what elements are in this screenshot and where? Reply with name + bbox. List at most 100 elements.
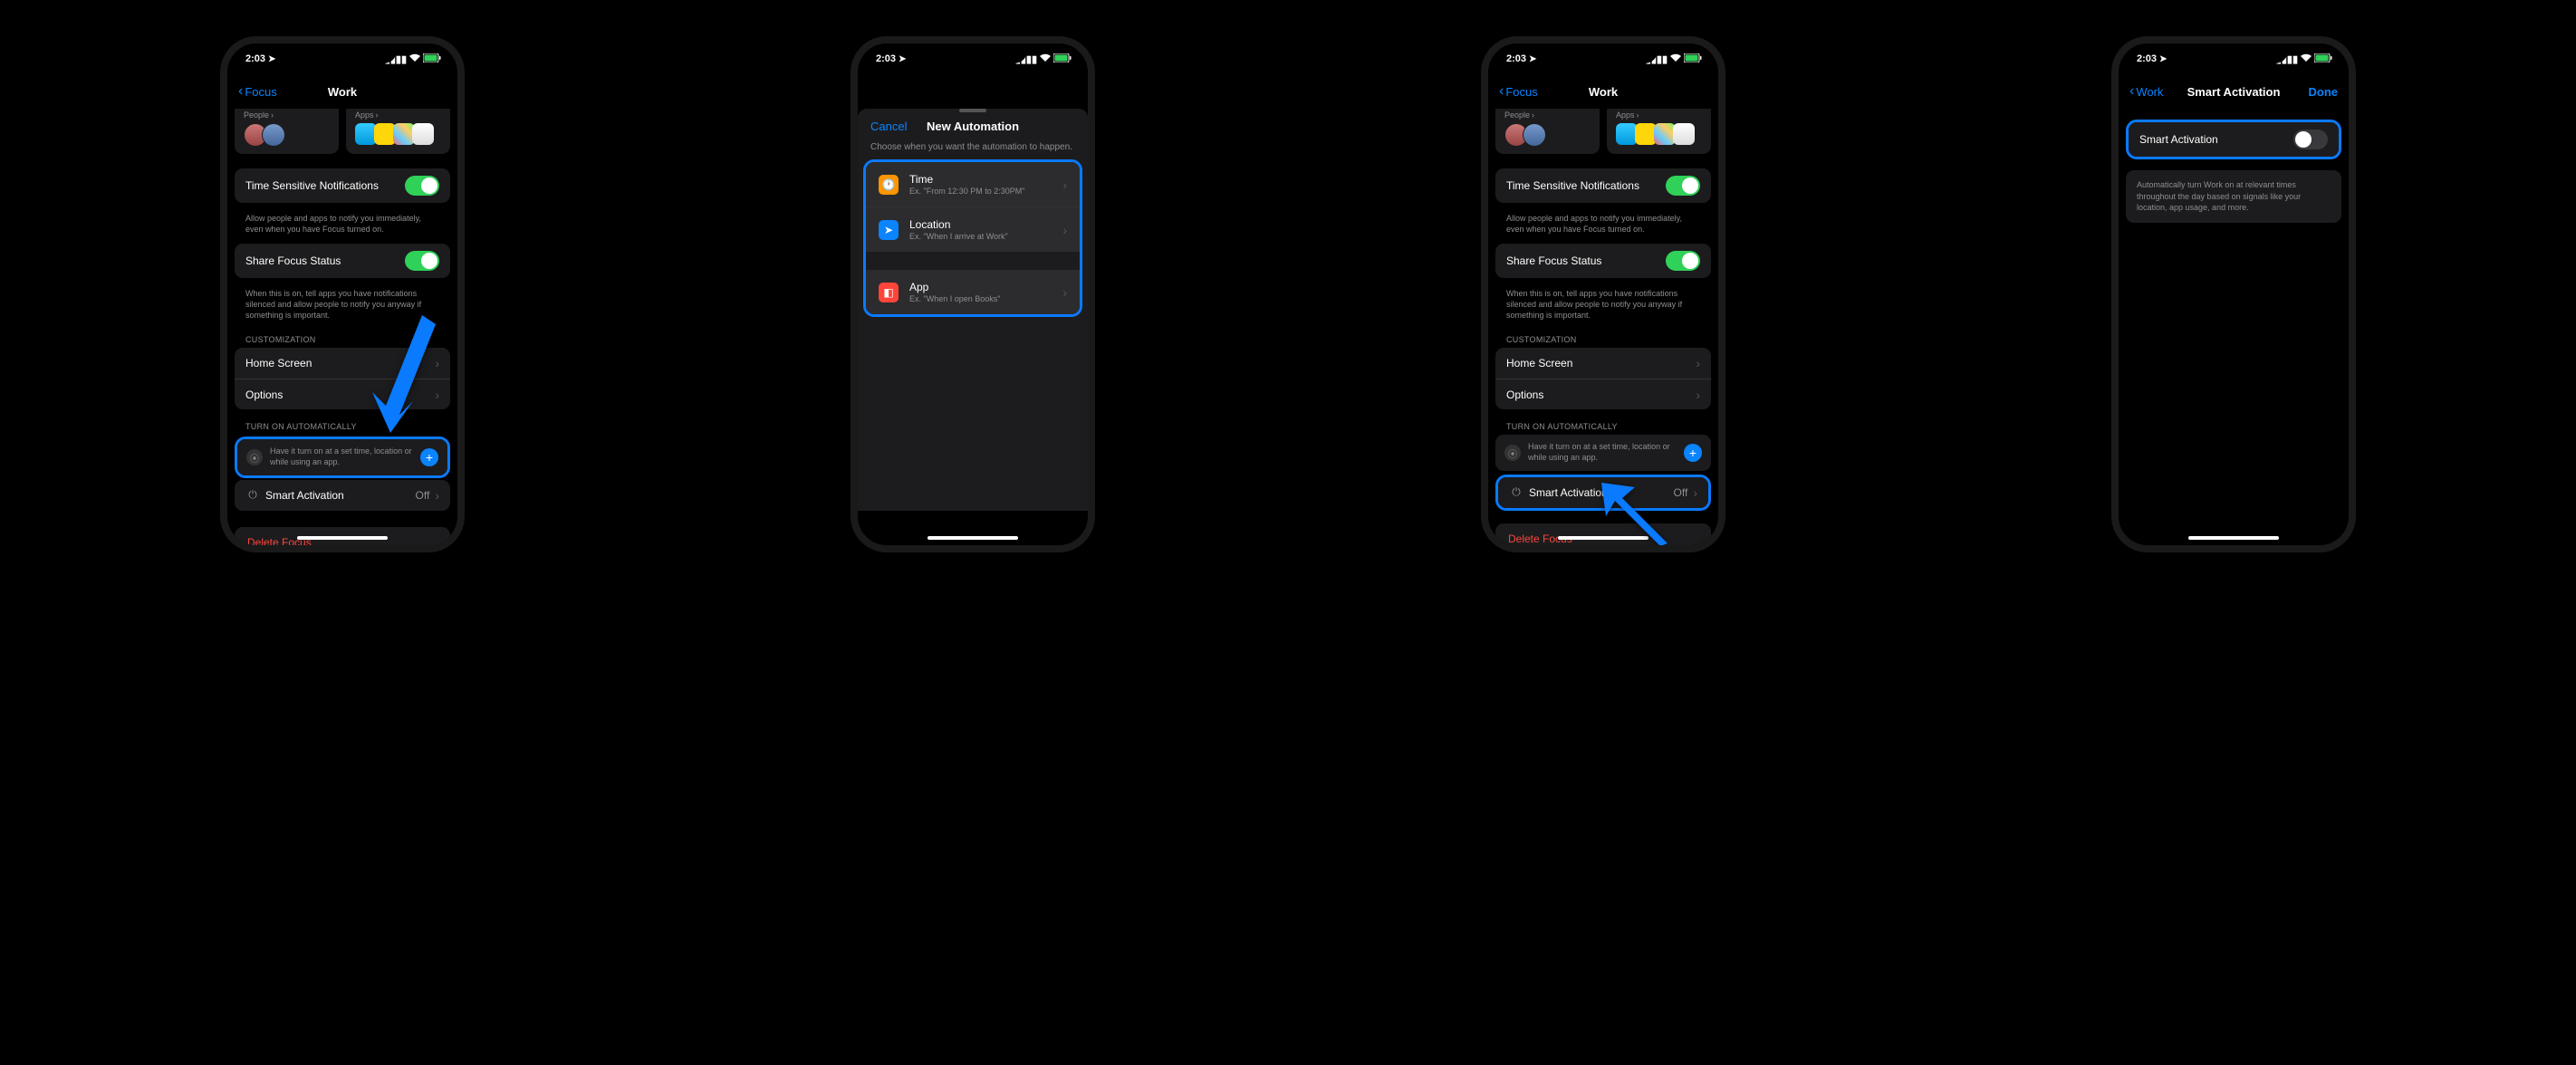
time-sensitive-cell[interactable]: Time Sensitive Notifications [1495,168,1711,203]
section-footer: Allow people and apps to notify you imme… [1495,210,1711,244]
people-card[interactable]: People › [1495,109,1600,154]
section-footer: When this is on, tell apps you have noti… [1495,285,1711,330]
notch [1549,43,1658,63]
wifi-icon [1670,53,1681,64]
chevron-right-icon: › [1637,110,1639,120]
cell-label: Smart Activation [265,489,416,502]
toggle-on[interactable] [1666,251,1700,271]
cell-label: Time Sensitive Notifications [1506,179,1666,192]
trigger-location[interactable]: ➤ Location Ex. "When I arrive at Work" › [866,206,1080,252]
location-icon: ➤ [879,220,899,240]
power-icon: ⏻ [245,488,260,503]
share-focus-cell[interactable]: Share Focus Status [1495,244,1711,278]
tutorial-arrow [1597,478,1678,552]
chevron-right-icon: › [1696,388,1700,402]
status-time: 2:03 [245,53,265,64]
cell-label: Share Focus Status [1506,254,1666,267]
apps-label: Apps [1616,110,1635,120]
done-button[interactable]: Done [2309,85,2339,99]
auto-text: Have it turn on at a set time, location … [270,446,413,467]
share-focus-cell[interactable]: Share Focus Status [235,244,450,278]
trigger-title: App [909,281,1052,293]
toggle-on[interactable] [1666,176,1700,196]
people-card[interactable]: People › [235,109,339,154]
add-automation-cell[interactable]: ⦿ Have it turn on at a set time, locatio… [237,439,447,475]
home-screen-cell[interactable]: Home Screen › [1495,348,1711,379]
cancel-button[interactable]: Cancel [870,120,907,133]
tutorial-arrow [368,306,440,437]
chevron-right-icon: › [271,110,274,120]
home-indicator[interactable] [928,536,1018,540]
toggle-on[interactable] [405,251,439,271]
status-time: 2:03 [876,53,896,64]
plus-button[interactable]: + [420,448,438,466]
notch [288,43,397,63]
wifi-icon [2301,53,2312,64]
chevron-right-icon: › [1693,485,1697,500]
chevron-right-icon: › [1696,356,1700,370]
battery-icon [423,53,441,65]
notch [2179,43,2288,63]
trigger-sub: Ex. "From 12:30 PM to 2:30PM" [909,187,1052,196]
trigger-sub: Ex. "When I open Books" [909,294,1052,303]
time-sensitive-cell[interactable]: Time Sensitive Notifications [235,168,450,203]
back-label: Focus [1505,85,1537,99]
cell-label: Time Sensitive Notifications [245,179,405,192]
section-footer: Allow people and apps to notify you imme… [235,210,450,244]
location-arrow-icon: ➤ [1529,54,1536,64]
people-label: People [1504,110,1530,120]
chevron-right-icon: › [1532,110,1534,120]
back-label: Focus [245,85,276,99]
home-indicator[interactable] [297,536,388,540]
nav-bar: ‹ Focus Work [227,74,457,109]
sheet-handle[interactable] [959,109,986,112]
trigger-app[interactable]: ◧ App Ex. "When I open Books" › [866,270,1080,314]
status-time: 2:03 [2137,53,2157,64]
sheet-subtitle: Choose when you want the automation to h… [858,142,1088,159]
people-label: People [244,110,269,120]
app-icon: ◧ [879,283,899,302]
wifi-icon [409,53,420,64]
battery-icon [1053,53,1072,65]
app-icon [412,123,434,145]
smart-activation-cell[interactable]: ⏻ Smart Activation Off › [235,480,450,511]
cell-value: Off [416,489,430,502]
battery-icon [2314,53,2332,65]
clock-icon: ⦿ [246,449,263,465]
app-icon [1673,123,1695,145]
status-time: 2:03 [1506,53,1526,64]
back-button[interactable]: ‹ Work [2129,83,2163,100]
wifi-icon [1040,53,1051,64]
clock-icon: 🕐 [879,175,899,195]
smart-activation-description: Automatically turn Work on at relevant t… [2126,170,2341,223]
cell-label: Smart Activation [2139,133,2293,146]
options-cell[interactable]: Options › [1495,379,1711,409]
nav-bar: ‹ Focus Work [1488,74,1718,109]
section-header: TURN ON AUTOMATICALLY [1495,417,1711,435]
location-arrow-icon: ➤ [899,54,906,64]
chevron-right-icon: › [376,110,379,120]
add-automation-cell[interactable]: ⦿ Have it turn on at a set time, locatio… [1495,435,1711,470]
trigger-title: Time [909,173,1052,186]
phone-1-work-focus: 2:03 ➤ ▮▮▮▮ ‹ Focus Work People › [220,36,465,552]
back-label: Work [2136,85,2163,99]
apps-card[interactable]: Apps › [346,109,450,154]
phone-2-new-automation: 2:03 ➤ ▮▮▮▮ Cancel New Automation Choose… [851,36,1095,552]
plus-button[interactable]: + [1684,444,1702,462]
nav-bar: ‹ Work Smart Activation Done [2119,74,2349,109]
toggle-on[interactable] [405,176,439,196]
avatar [1523,123,1546,147]
back-button[interactable]: ‹ Focus [238,83,277,100]
clock-icon: ⦿ [1504,445,1521,461]
smart-activation-toggle-cell[interactable]: Smart Activation [2129,122,2339,157]
cell-label: Home Screen [1506,357,1696,369]
phone-4-smart-activation: 2:03 ➤ ▮▮▮▮ ‹ Work Smart Activation Done… [2111,36,2356,552]
back-button[interactable]: ‹ Focus [1499,83,1538,100]
apps-card[interactable]: Apps › [1607,109,1711,154]
home-indicator[interactable] [2188,536,2279,540]
trigger-time[interactable]: 🕐 Time Ex. "From 12:30 PM to 2:30PM" › [866,162,1080,206]
power-icon: ⏻ [1509,485,1523,500]
automation-sheet: Cancel New Automation Choose when you wa… [858,109,1088,511]
chevron-right-icon: › [1062,178,1067,192]
toggle-off[interactable] [2293,130,2328,149]
